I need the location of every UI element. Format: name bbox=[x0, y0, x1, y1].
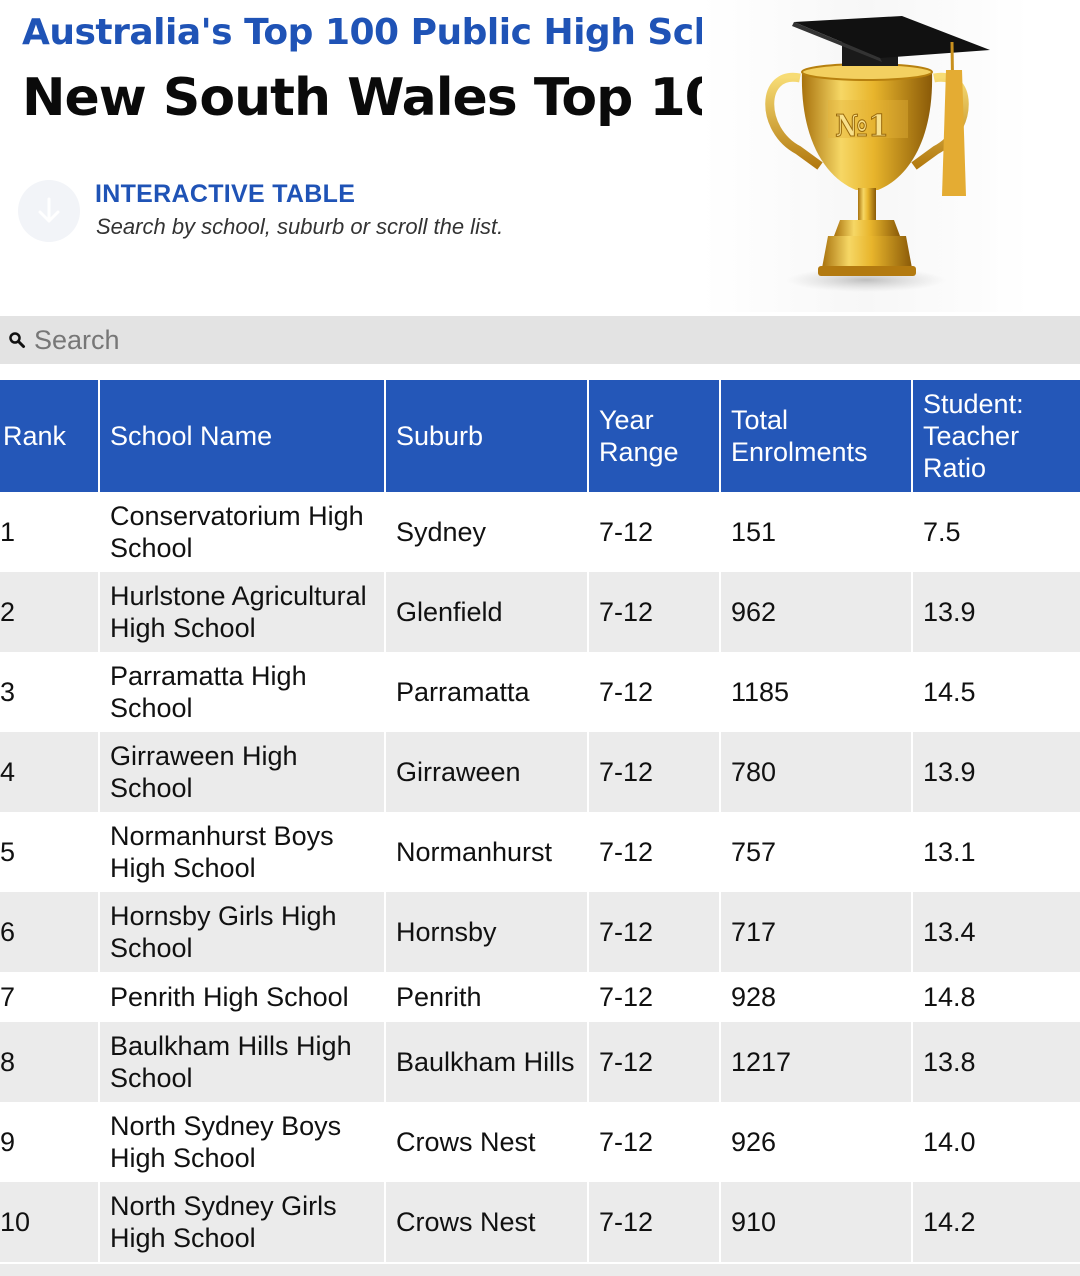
cell-ratio: 13.9 bbox=[912, 732, 1080, 812]
cell-suburb: Girraween bbox=[385, 732, 589, 812]
cell-school-name: Hurlstone Agricultural High School bbox=[99, 572, 386, 652]
cell-enrolments: 1217 bbox=[720, 1022, 913, 1102]
cell-enrolments: 717 bbox=[720, 892, 913, 972]
schools-table: Rank School Name Suburb Year Range Total… bbox=[0, 380, 1080, 1262]
table-header-row: Rank School Name Suburb Year Range Total… bbox=[0, 380, 1080, 492]
cell-suburb: Baulkham Hills bbox=[385, 1022, 589, 1102]
cell-ratio: 13.1 bbox=[912, 812, 1080, 892]
cell-school-name: Penrith High School bbox=[99, 972, 386, 1022]
page-title: New South Wales Top 100 bbox=[22, 68, 756, 128]
cell-year-range: 7-12 bbox=[588, 812, 721, 892]
cell-suburb: Penrith bbox=[385, 972, 589, 1022]
cell-year-range: 7-12 bbox=[588, 1182, 721, 1262]
column-header-year-range[interactable]: Year Range bbox=[588, 380, 721, 492]
table-row: 8 Baulkham Hills High School Baulkham Hi… bbox=[0, 1022, 1080, 1102]
cell-enrolments: 910 bbox=[720, 1182, 913, 1262]
cell-rank: 9 bbox=[0, 1102, 100, 1182]
cell-rank: 4 bbox=[0, 732, 100, 812]
cell-enrolments: 757 bbox=[720, 812, 913, 892]
table-row: 2 Hurlstone Agricultural High School Gle… bbox=[0, 572, 1080, 652]
cell-year-range: 7-12 bbox=[588, 572, 721, 652]
cell-year-range: 7-12 bbox=[588, 972, 721, 1022]
cell-ratio: 14.2 bbox=[912, 1182, 1080, 1262]
trophy-image: №1 bbox=[702, 0, 1030, 312]
cell-suburb: Sydney bbox=[385, 492, 589, 572]
cell-enrolments: 928 bbox=[720, 972, 913, 1022]
interactive-table-hint: Search by school, suburb or scroll the l… bbox=[96, 214, 504, 239]
cell-school-name: Parramatta High School bbox=[99, 652, 386, 732]
cell-year-range: 7-12 bbox=[588, 652, 721, 732]
cell-enrolments: 780 bbox=[720, 732, 913, 812]
cell-ratio: 13.9 bbox=[912, 572, 1080, 652]
cell-suburb: Glenfield bbox=[385, 572, 589, 652]
cell-year-range: 7-12 bbox=[588, 892, 721, 972]
column-header-suburb[interactable]: Suburb bbox=[385, 380, 589, 492]
cell-rank: 6 bbox=[0, 892, 100, 972]
table-next-row-edge bbox=[0, 1264, 1080, 1276]
column-header-total-enrolments[interactable]: Total Enrolments bbox=[720, 380, 913, 492]
cell-school-name: Normanhurst Boys High School bbox=[99, 812, 386, 892]
cell-school-name: North Sydney Boys High School bbox=[99, 1102, 386, 1182]
search-input[interactable] bbox=[34, 320, 1034, 360]
cell-rank: 2 bbox=[0, 572, 100, 652]
cell-rank: 7 bbox=[0, 972, 100, 1022]
kicker-title: Australia's Top 100 Public High Schools bbox=[22, 12, 800, 53]
cell-ratio: 14.0 bbox=[912, 1102, 1080, 1182]
table-row: 9 North Sydney Boys High School Crows Ne… bbox=[0, 1102, 1080, 1182]
cell-enrolments: 151 bbox=[720, 492, 913, 572]
cell-ratio: 7.5 bbox=[912, 492, 1080, 572]
table-row: 4 Girraween High School Girraween 7-12 7… bbox=[0, 732, 1080, 812]
table-row: 7 Penrith High School Penrith 7-12 928 1… bbox=[0, 972, 1080, 1022]
column-header-school-name[interactable]: School Name bbox=[99, 380, 386, 492]
table-row: 10 North Sydney Girls High School Crows … bbox=[0, 1182, 1080, 1262]
cell-school-name: Baulkham Hills High School bbox=[99, 1022, 386, 1102]
cell-rank: 3 bbox=[0, 652, 100, 732]
search-icon bbox=[6, 329, 28, 351]
cell-rank: 10 bbox=[0, 1182, 100, 1262]
cell-enrolments: 926 bbox=[720, 1102, 913, 1182]
cell-ratio: 13.4 bbox=[912, 892, 1080, 972]
table-row: 5 Normanhurst Boys High School Normanhur… bbox=[0, 812, 1080, 892]
cell-school-name: North Sydney Girls High School bbox=[99, 1182, 386, 1262]
cell-enrolments: 1185 bbox=[720, 652, 913, 732]
cell-school-name: Conservatorium High School bbox=[99, 492, 386, 572]
cell-rank: 1 bbox=[0, 492, 100, 572]
cell-year-range: 7-12 bbox=[588, 1022, 721, 1102]
cell-ratio: 14.5 bbox=[912, 652, 1080, 732]
page-header: Australia's Top 100 Public High Schools … bbox=[0, 0, 1080, 316]
arrow-down-circle-icon bbox=[18, 180, 80, 242]
cell-rank: 8 bbox=[0, 1022, 100, 1102]
cell-school-name: Girraween High School bbox=[99, 732, 386, 812]
trophy-badge: №1 bbox=[835, 109, 888, 144]
cell-year-range: 7-12 bbox=[588, 492, 721, 572]
column-header-student-teacher-ratio[interactable]: Student: Teacher Ratio bbox=[912, 380, 1080, 492]
table-row: 3 Parramatta High School Parramatta 7-12… bbox=[0, 652, 1080, 732]
search-bar bbox=[0, 316, 1080, 364]
table-row: 6 Hornsby Girls High School Hornsby 7-12… bbox=[0, 892, 1080, 972]
cell-school-name: Hornsby Girls High School bbox=[99, 892, 386, 972]
table-row: 1 Conservatorium High School Sydney 7-12… bbox=[0, 492, 1080, 572]
interactive-table-label: INTERACTIVE TABLE bbox=[95, 180, 356, 208]
cell-year-range: 7-12 bbox=[588, 1102, 721, 1182]
cell-suburb: Crows Nest bbox=[385, 1102, 589, 1182]
cell-rank: 5 bbox=[0, 812, 100, 892]
cell-suburb: Normanhurst bbox=[385, 812, 589, 892]
column-header-rank[interactable]: Rank bbox=[0, 380, 100, 492]
trophy-icon: №1 bbox=[765, 16, 990, 292]
cell-ratio: 13.8 bbox=[912, 1022, 1080, 1102]
cell-suburb: Crows Nest bbox=[385, 1182, 589, 1262]
cell-ratio: 14.8 bbox=[912, 972, 1080, 1022]
cell-suburb: Parramatta bbox=[385, 652, 589, 732]
cell-suburb: Hornsby bbox=[385, 892, 589, 972]
cell-enrolments: 962 bbox=[720, 572, 913, 652]
cell-year-range: 7-12 bbox=[588, 732, 721, 812]
